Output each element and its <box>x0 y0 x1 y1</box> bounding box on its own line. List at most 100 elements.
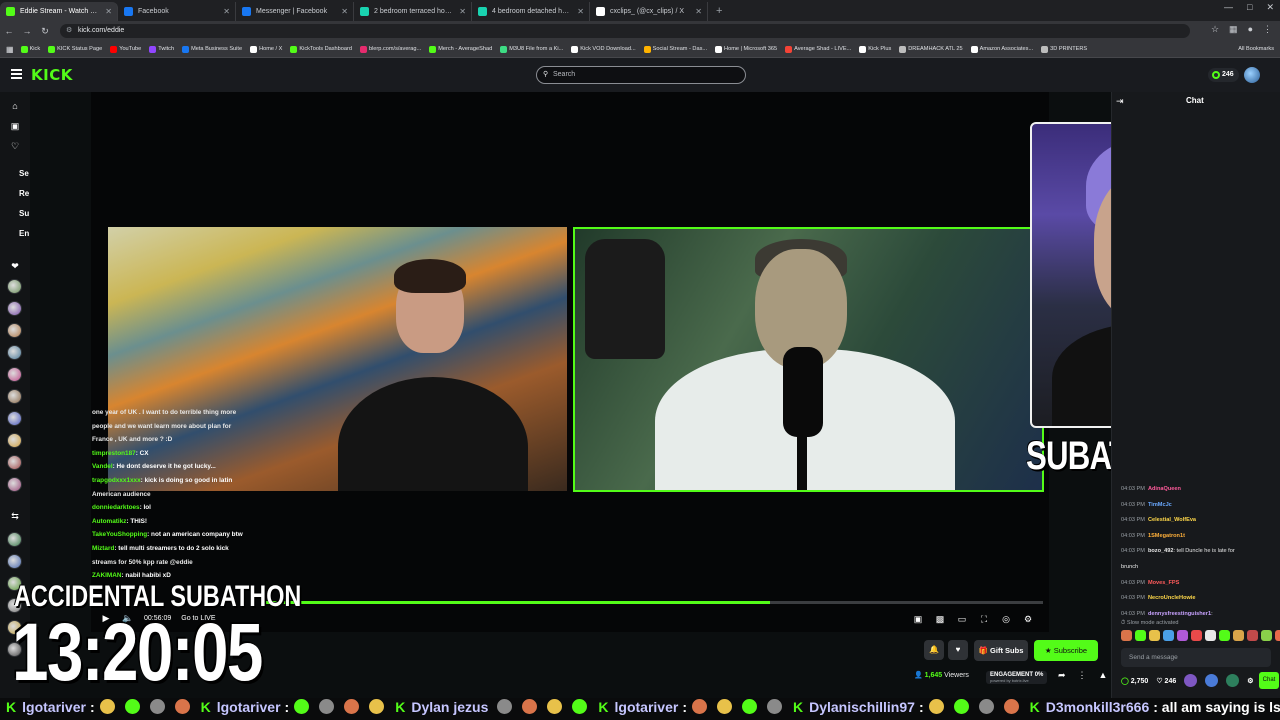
star-icon[interactable]: ☆ <box>1211 24 1219 35</box>
share-icon[interactable]: ➦ <box>1058 670 1066 681</box>
pip-icon[interactable]: ▩ <box>934 613 946 625</box>
chat-username[interactable]: NecroUncleHowie <box>1148 595 1196 601</box>
browser-tab[interactable]: Messenger | Facebook ✕ <box>236 2 354 21</box>
recommended-channel-avatar[interactable] <box>7 532 22 547</box>
badge-icon[interactable] <box>1184 674 1198 687</box>
emote-icon[interactable] <box>1205 630 1216 641</box>
sidebar-item-se[interactable]: Se <box>19 169 29 178</box>
extensions-icon[interactable]: ▦ <box>1229 24 1238 35</box>
new-tab-icon[interactable]: + <box>708 2 730 21</box>
bookmark-item[interactable]: blerp.com/s/averag... <box>357 41 426 58</box>
emote-icon[interactable] <box>1275 630 1280 641</box>
tab-close-icon[interactable]: ✕ <box>341 2 348 21</box>
bookmark-item[interactable]: Home | Microsoft 365 <box>712 41 782 58</box>
chat-username[interactable]: bozo_492 <box>1148 548 1174 554</box>
bookmark-item[interactable]: Merch - AverageShad <box>426 41 497 58</box>
tab-close-icon[interactable]: ✕ <box>577 2 584 21</box>
kick-logo[interactable]: KICK <box>31 66 73 84</box>
followed-channel-avatar[interactable] <box>7 477 22 492</box>
bookmark-item[interactable]: Meta Business Suite <box>179 41 247 58</box>
emote-icon[interactable] <box>1121 630 1132 641</box>
followed-channel-avatar[interactable] <box>7 455 22 470</box>
subscribe-button[interactable]: ★ Subscribe <box>1034 640 1098 661</box>
bookmark-item[interactable]: M3U8 File from a Ki... <box>497 41 568 58</box>
bookmark-item[interactable]: Amazon Associates... <box>968 41 1038 58</box>
maximize-icon[interactable]: □ <box>1247 2 1252 13</box>
tab-close-icon[interactable]: ✕ <box>695 2 702 21</box>
tab-close-icon[interactable]: ✕ <box>105 2 112 21</box>
followed-channel-avatar[interactable] <box>7 345 22 360</box>
followed-channel-avatar[interactable] <box>7 433 22 448</box>
home-icon[interactable]: ⌂ <box>9 100 21 112</box>
badge-icon[interactable] <box>1226 674 1240 687</box>
gift-subs-button[interactable]: 🎁 Gift Subs <box>974 640 1028 661</box>
sidebar-item-su[interactable]: Su <box>19 209 29 218</box>
expand-icon[interactable]: ⇆ <box>9 510 21 522</box>
report-flag-icon[interactable]: ▲ <box>1099 670 1108 681</box>
followed-channel-avatar[interactable] <box>7 411 22 426</box>
profile-icon[interactable]: ● <box>1248 24 1253 35</box>
clip-icon[interactable]: ▣ <box>912 613 924 625</box>
reload-icon[interactable]: ↻ <box>36 26 54 37</box>
back-icon[interactable]: ← <box>0 26 18 36</box>
browser-tab[interactable]: Facebook ✕ <box>118 2 236 21</box>
close-window-icon[interactable]: ✕ <box>1266 2 1274 13</box>
browser-tab[interactable]: cxclips_ (@cx_clips) / X ✕ <box>590 2 708 21</box>
browser-tab[interactable]: 4 bedroom detached house for ✕ <box>472 2 590 21</box>
hamburger-menu-icon[interactable] <box>11 69 22 79</box>
bookmark-item[interactable]: Home / X <box>247 41 287 58</box>
bookmark-item[interactable]: Kick Plus <box>856 41 896 58</box>
emote-icon[interactable] <box>1261 630 1272 641</box>
apps-icon[interactable]: ▦ <box>6 45 18 54</box>
emote-icon[interactable] <box>1233 630 1244 641</box>
chat-username[interactable]: dennysfreestinguisher1 <box>1148 611 1211 617</box>
emote-icon[interactable] <box>1135 630 1146 641</box>
emote-icon[interactable] <box>1247 630 1258 641</box>
menu-dots-icon[interactable]: ⋮ <box>1263 24 1272 35</box>
bookmark-item[interactable]: DREAMHACK ATL 25 <box>896 41 967 58</box>
bookmark-item[interactable]: Kick VOD Download... <box>568 41 640 58</box>
kick-points-badge[interactable]: 246 <box>1208 68 1239 82</box>
sidebar-item-en[interactable]: En <box>19 229 29 238</box>
emote-icon[interactable] <box>1163 630 1174 641</box>
search-input[interactable]: ⚲ Search <box>536 66 746 84</box>
bookmark-item[interactable]: YouTube <box>107 41 146 58</box>
followed-channel-avatar[interactable] <box>7 389 22 404</box>
chat-username[interactable]: AdinaQueen <box>1148 486 1181 492</box>
bookmark-item[interactable]: KICK Status Page <box>45 41 107 58</box>
bookmark-item[interactable]: Social Stream - Das... <box>641 41 712 58</box>
chat-username[interactable]: 1SMegatron1t <box>1148 533 1185 539</box>
chat-send-button[interactable]: Chat <box>1259 672 1279 689</box>
bookmark-item[interactable]: 3D PRINTERS <box>1038 41 1092 58</box>
fullscreen-icon[interactable]: ⛶ <box>978 613 990 625</box>
minimize-icon[interactable]: — <box>1224 2 1233 13</box>
followed-channel-avatar[interactable] <box>7 301 22 316</box>
emote-icon[interactable] <box>1149 630 1160 641</box>
theater-icon[interactable]: ▭ <box>956 613 968 625</box>
sidebar-item-re[interactable]: Re <box>19 189 29 198</box>
following-icon[interactable]: ♡ <box>9 140 21 152</box>
followed-channel-avatar[interactable] <box>7 279 22 294</box>
chat-username[interactable]: TimMcJc <box>1148 502 1172 508</box>
bookmark-item[interactable]: Average Shad - LIVE... <box>782 41 856 58</box>
chat-username[interactable]: Moves_FPS <box>1148 580 1179 586</box>
bookmark-item[interactable]: Kick <box>18 41 46 58</box>
chat-username[interactable]: Celestial_WolfEva <box>1148 517 1196 523</box>
emote-icon[interactable] <box>1219 630 1230 641</box>
browser-tab[interactable]: Eddie Stream - Watch Live on K ✕ <box>0 2 118 21</box>
tab-close-icon[interactable]: ✕ <box>459 2 466 21</box>
chat-settings-icon[interactable]: ⚙ <box>1247 677 1253 685</box>
settings-icon[interactable]: ⚙ <box>1022 613 1034 625</box>
browser-tab[interactable]: 2 bedroom terraced house for ✕ <box>354 2 472 21</box>
followed-channel-avatar[interactable] <box>7 367 22 382</box>
emote-icon[interactable] <box>1191 630 1202 641</box>
video-progress-bar[interactable] <box>262 601 1043 604</box>
browse-icon[interactable]: ▣ <box>9 120 21 132</box>
all-bookmarks[interactable]: All Bookmarks <box>1238 41 1274 58</box>
heart-icon[interactable]: ❤ <box>9 260 21 272</box>
site-info-icon[interactable]: ⚙ <box>66 24 72 38</box>
user-avatar[interactable] <box>1244 67 1260 83</box>
badge-icon[interactable] <box>1205 674 1219 687</box>
follow-heart-icon[interactable]: ♥ <box>948 640 968 660</box>
collapse-chat-icon[interactable]: ⇥ <box>1116 96 1124 107</box>
